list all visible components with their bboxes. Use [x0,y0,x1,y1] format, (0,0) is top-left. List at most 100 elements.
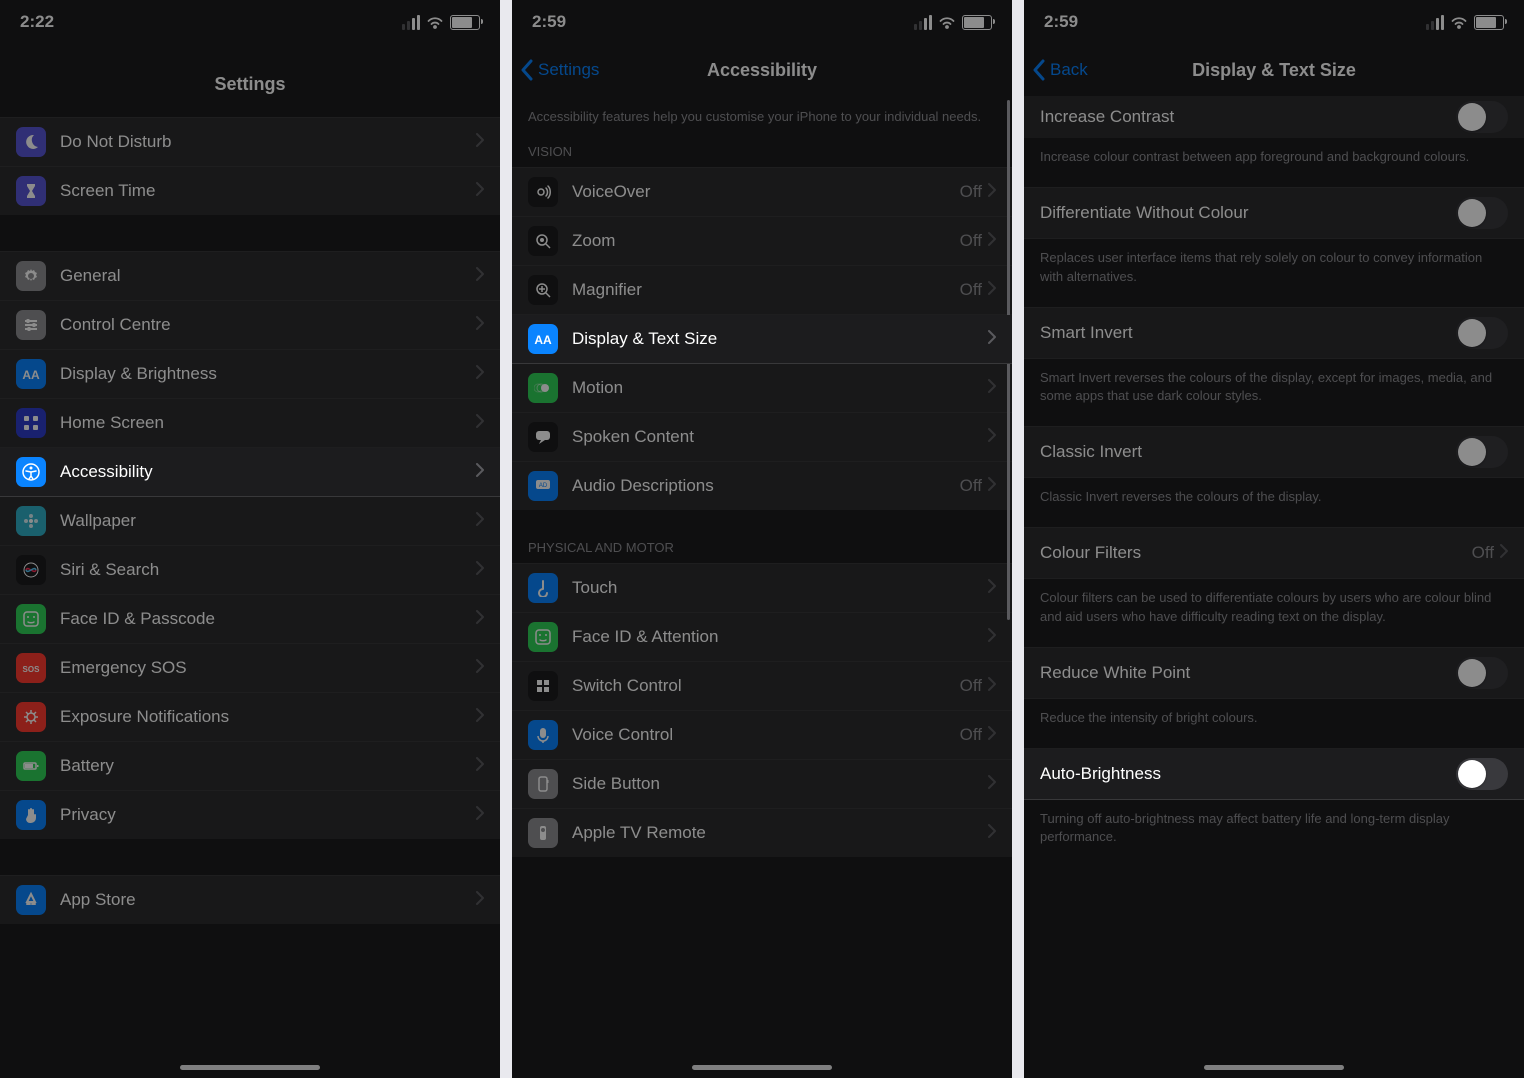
cell-value: Off [960,676,982,696]
aa-icon [528,324,558,354]
chevron-right-icon [988,579,996,598]
home-indicator[interactable] [692,1065,832,1070]
voicec-icon [528,720,558,750]
home-indicator[interactable] [1204,1065,1344,1070]
cell-wallpaper[interactable]: Wallpaper [0,497,500,546]
row-increase-contrast-partial[interactable]: Increase Contrast [1024,96,1524,138]
cell-accessibility[interactable]: Accessibility [0,448,500,497]
chevron-right-icon [988,232,996,251]
cell-home-screen[interactable]: Home Screen [0,399,500,448]
row-label: Increase Contrast [1040,107,1456,127]
cell-emergency-sos[interactable]: Emergency SOS [0,644,500,693]
appletv-icon [528,818,558,848]
chevron-right-icon [476,414,484,433]
chevron-right-icon [1500,544,1508,563]
status-bar: 2:59 [512,0,1012,44]
chevron-right-icon [476,610,484,629]
toggle-switch[interactable] [1456,657,1508,689]
row-footer: Classic Invert reverses the colours of t… [1024,478,1524,527]
chevron-right-icon [988,428,996,447]
toggle-switch[interactable] [1456,197,1508,229]
row-auto-brightness[interactable]: Auto-Brightness [1024,749,1524,800]
row-classic-invert[interactable]: Classic Invert [1024,427,1524,478]
row-label: Smart Invert [1040,323,1456,343]
magnifier-icon [528,275,558,305]
chevron-right-icon [988,628,996,647]
cell-privacy[interactable]: Privacy [0,791,500,839]
row-label: Colour Filters [1040,543,1472,563]
chevron-right-icon [476,365,484,384]
toggle-switch[interactable] [1456,317,1508,349]
cell-label: VoiceOver [572,182,960,202]
voiceover-icon [528,177,558,207]
back-button[interactable]: Back [1024,59,1088,81]
moon-icon [16,127,46,157]
signal-icon [914,15,932,30]
virus-icon [16,702,46,732]
row-smart-invert[interactable]: Smart Invert [1024,308,1524,359]
cell-spoken-content[interactable]: Spoken Content [512,413,1012,462]
cell-control-centre[interactable]: Control Centre [0,301,500,350]
cell-label: General [60,266,476,286]
toggle-switch[interactable] [1456,436,1508,468]
cell-apple-tv-remote[interactable]: Apple TV Remote [512,809,1012,857]
row-label: Classic Invert [1040,442,1456,462]
cell-label: Accessibility [60,462,476,482]
sos-icon [16,653,46,683]
cell-label: Side Button [572,774,988,794]
cell-label: Emergency SOS [60,658,476,678]
back-button[interactable]: Settings [512,59,599,81]
cell-app-store[interactable]: App Store [0,876,500,924]
cell-do-not-disturb[interactable]: Do Not Disturb [0,118,500,167]
cell-touch[interactable]: Touch [512,564,1012,613]
back-label: Back [1050,60,1088,80]
battery-icon [450,15,480,30]
status-indicators [402,15,480,30]
cell-display-text-size[interactable]: Display & Text Size [512,315,1012,364]
cell-label: Zoom [572,231,960,251]
cell-screen-time[interactable]: Screen Time [0,167,500,215]
chevron-right-icon [476,182,484,201]
cell-motion[interactable]: Motion [512,364,1012,413]
signal-icon [1426,15,1444,30]
battery-icon [962,15,992,30]
row-differentiate-without-colour[interactable]: Differentiate Without Colour [1024,188,1524,239]
toggle-switch[interactable] [1456,758,1508,790]
wifi-icon [426,15,444,29]
row-reduce-white-point[interactable]: Reduce White Point [1024,648,1524,699]
chevron-right-icon [988,775,996,794]
chevron-right-icon [476,316,484,335]
cell-voiceover[interactable]: VoiceOver Off [512,168,1012,217]
nav-title: Display & Text Size [1024,60,1524,81]
cell-battery[interactable]: Battery [0,742,500,791]
toggle-switch[interactable] [1456,101,1508,133]
cell-label: Wallpaper [60,511,476,531]
cell-face-id-attention[interactable]: Face ID & Attention [512,613,1012,662]
home-indicator[interactable] [180,1065,320,1070]
cell-magnifier[interactable]: Magnifier Off [512,266,1012,315]
cell-label: Screen Time [60,181,476,201]
cell-display-brightness[interactable]: Display & Brightness [0,350,500,399]
cell-zoom[interactable]: Zoom Off [512,217,1012,266]
accessibility-description: Accessibility features help you customis… [512,96,1012,144]
sidebtn-icon [528,769,558,799]
cell-audio-descriptions[interactable]: Audio Descriptions Off [512,462,1012,510]
cell-voice-control[interactable]: Voice Control Off [512,711,1012,760]
row-colour-filters[interactable]: Colour Filters Off [1024,528,1524,579]
cell-label: Motion [572,378,988,398]
cell-general[interactable]: General [0,252,500,301]
wifi-icon [1450,15,1468,29]
cell-label: Display & Text Size [572,329,988,349]
signal-icon [402,15,420,30]
battery-icon [16,751,46,781]
cell-switch-control[interactable]: Switch Control Off [512,662,1012,711]
cell-face-id-passcode[interactable]: Face ID & Passcode [0,595,500,644]
cell-side-button[interactable]: Side Button [512,760,1012,809]
status-bar: 2:22 [0,0,500,44]
cell-exposure-notifications[interactable]: Exposure Notifications [0,693,500,742]
cell-siri-search[interactable]: Siri & Search [0,546,500,595]
row-footer: Reduce the intensity of bright colours. [1024,699,1524,748]
section-header-physical: Physical and Motor [512,540,1012,563]
cell-value: Off [960,476,982,496]
chevron-right-icon [476,133,484,152]
